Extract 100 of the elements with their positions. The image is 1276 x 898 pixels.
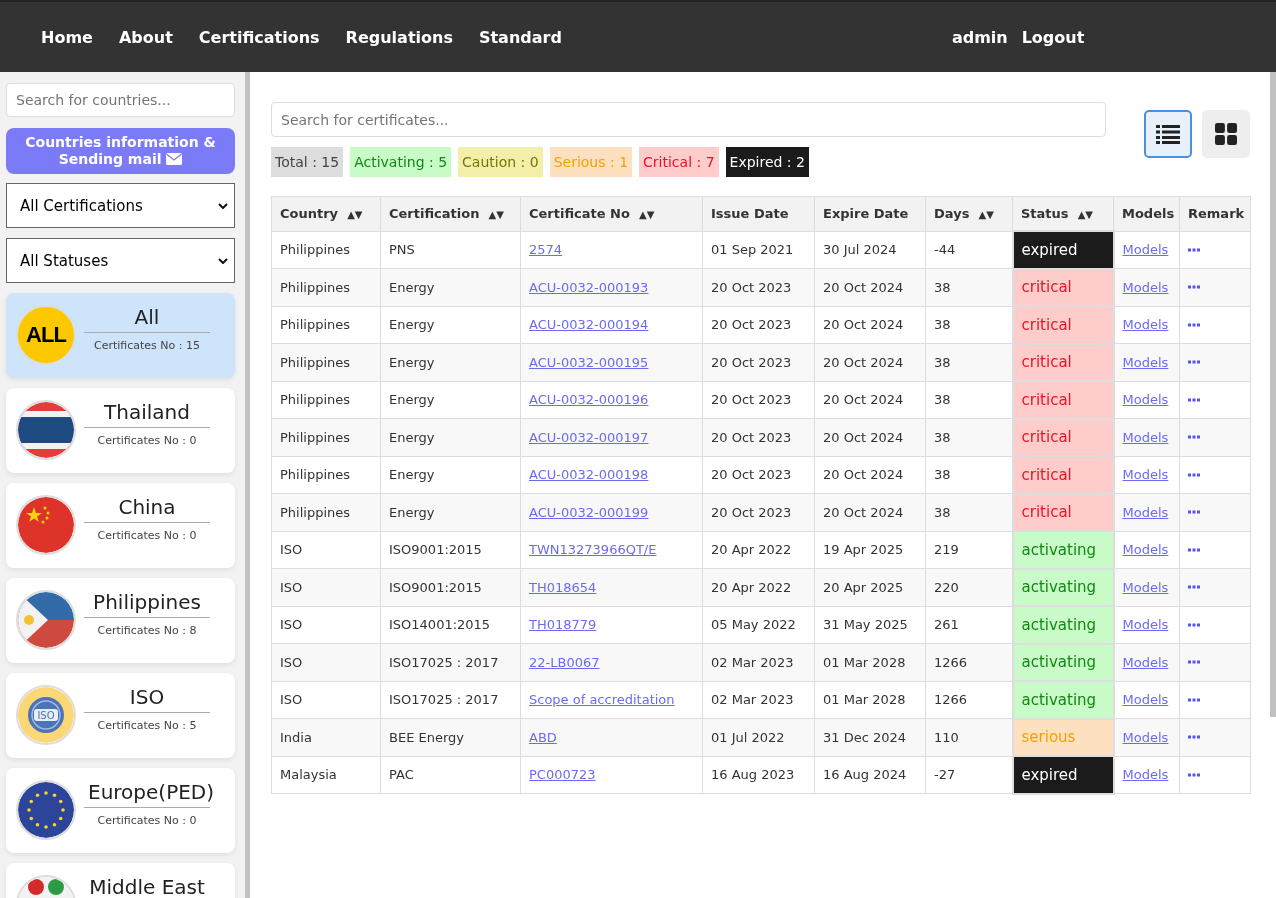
column-header[interactable]: Status ▲▼ bbox=[1012, 196, 1114, 231]
status-count-badge: Expired : 2 bbox=[725, 147, 809, 177]
certificate-link[interactable]: PC000723 bbox=[529, 767, 596, 783]
country-card[interactable]: Middle East bbox=[6, 863, 235, 898]
table-cell: 38 bbox=[925, 343, 1013, 381]
table-cell: Philippines bbox=[271, 418, 381, 456]
nav-link[interactable]: About bbox=[105, 27, 186, 47]
status-count-badge: Total : 15 bbox=[271, 147, 344, 177]
table-cell: Energy bbox=[380, 306, 521, 344]
iso-seal-icon: ISO bbox=[16, 685, 76, 745]
nav-link[interactable]: Certifications bbox=[185, 27, 333, 47]
certification-dropdown[interactable]: All Certifications bbox=[6, 183, 235, 228]
status-cell: activating bbox=[1012, 531, 1114, 569]
table-cell: Malaysia bbox=[271, 756, 381, 794]
table-cell: India bbox=[271, 718, 381, 756]
column-header[interactable]: Days ▲▼ bbox=[925, 196, 1013, 231]
table-cell: 20 Oct 2023 bbox=[702, 343, 815, 381]
status-cell: activating bbox=[1012, 606, 1114, 644]
table-cell: ISO bbox=[271, 606, 381, 644]
table-cell: PAC bbox=[380, 756, 521, 794]
table-cell: 30 Jul 2024 bbox=[814, 231, 926, 269]
certificate-link[interactable]: ABD bbox=[529, 729, 557, 745]
table-cell: ISO9001:2015 bbox=[380, 568, 521, 606]
column-header[interactable]: Certification ▲▼ bbox=[380, 196, 521, 231]
all-badge: ALL bbox=[16, 305, 76, 365]
table-cell: Philippines bbox=[271, 343, 381, 381]
status-cell: critical bbox=[1012, 456, 1114, 494]
table-cell: 20 Apr 2022 bbox=[702, 568, 815, 606]
table-cell: ISO bbox=[271, 681, 381, 719]
table-cell: 02 Mar 2023 bbox=[702, 681, 815, 719]
certificate-count: Certificates No : 8 bbox=[97, 624, 197, 637]
certificate-count: Certificates No : 0 bbox=[97, 434, 197, 447]
country-search-field[interactable]: Search for countries... bbox=[6, 83, 235, 117]
country-name: China bbox=[84, 495, 210, 523]
table-cell: 16 Aug 2023 bbox=[702, 756, 815, 794]
country-card[interactable]: Europe(PED) Certificates No : 0 bbox=[6, 768, 235, 853]
table-cell: 1266 bbox=[925, 643, 1013, 681]
certificate-link[interactable]: 2574 bbox=[529, 242, 563, 258]
nav-link[interactable]: Home bbox=[28, 27, 106, 47]
certificate-link[interactable]: TH018654 bbox=[529, 579, 597, 595]
table-cell: 220 bbox=[925, 568, 1013, 606]
username: admin bbox=[950, 27, 1009, 47]
certificate-link[interactable]: 22-LB0067 bbox=[529, 654, 600, 670]
certificate-link[interactable]: TH018779 bbox=[529, 617, 597, 633]
country-card[interactable]: Philippines Certificates No : 8 bbox=[6, 578, 235, 663]
table-cell: Energy bbox=[380, 456, 521, 494]
table-cell: ISO17025 : 2017 bbox=[380, 643, 521, 681]
table-cell: 20 Oct 2024 bbox=[814, 381, 926, 419]
table-cell: 20 Oct 2023 bbox=[702, 418, 815, 456]
table-cell: ISO14001:2015 bbox=[380, 606, 521, 644]
status-cell: expired bbox=[1012, 231, 1114, 269]
certificate-count: Certificates No : 15 bbox=[94, 339, 200, 352]
status-cell: activating bbox=[1012, 681, 1114, 719]
country-card[interactable]: ALL All Certificates No : 15 bbox=[6, 293, 235, 378]
status-cell: serious bbox=[1012, 718, 1114, 756]
certificate-count: Certificates No : 0 bbox=[97, 529, 197, 542]
column-header: Remark bbox=[1179, 196, 1251, 231]
mail-button[interactable]: Countries information & Sending mail bbox=[6, 128, 235, 174]
country-name: Thailand bbox=[84, 400, 210, 428]
status-count-badge: Serious : 1 bbox=[549, 147, 633, 177]
table-cell: 38 bbox=[925, 268, 1013, 306]
table-cell: 38 bbox=[925, 418, 1013, 456]
column-header[interactable]: Country ▲▼ bbox=[271, 196, 381, 231]
nav-link[interactable]: Regulations bbox=[332, 27, 466, 47]
certificate-search-field[interactable]: Search for certificates... bbox=[271, 102, 1106, 137]
table-cell: PNS bbox=[380, 231, 521, 269]
status-cell: critical bbox=[1012, 493, 1114, 531]
status-dropdown[interactable]: All Statuses bbox=[6, 238, 235, 283]
table-cell: Energy bbox=[380, 343, 521, 381]
country-card[interactable]: ISO ISO Certificates No : 5 bbox=[6, 673, 235, 758]
certificate-count: Certificates No : 5 bbox=[97, 719, 197, 732]
table-cell: Philippines bbox=[271, 381, 381, 419]
column-header[interactable]: Certificate No ▲▼ bbox=[520, 196, 703, 231]
logout-link[interactable]: Logout bbox=[1014, 27, 1092, 47]
table-cell: 02 Mar 2023 bbox=[702, 643, 815, 681]
table-cell: ISO bbox=[271, 531, 381, 569]
column-header: Issue Date bbox=[702, 196, 815, 231]
table-cell: 20 Oct 2023 bbox=[702, 381, 815, 419]
table-cell: ISO9001:2015 bbox=[380, 531, 521, 569]
status-count-badge: Activating : 5 bbox=[350, 147, 452, 177]
country-name: All bbox=[84, 305, 210, 333]
country-name: Philippines bbox=[84, 590, 210, 618]
status-cell: critical bbox=[1012, 268, 1114, 306]
table-cell: Energy bbox=[380, 418, 521, 456]
status-cell: critical bbox=[1012, 343, 1114, 381]
status-cell: activating bbox=[1012, 643, 1114, 681]
table-cell: Philippines bbox=[271, 306, 381, 344]
nav-link[interactable]: Standard bbox=[465, 27, 575, 47]
table-cell: 20 Oct 2024 bbox=[814, 493, 926, 531]
table-cell: 01 Mar 2028 bbox=[814, 681, 926, 719]
table-cell: 20 Apr 2025 bbox=[814, 568, 926, 606]
table-cell: Energy bbox=[380, 268, 521, 306]
table-cell: 38 bbox=[925, 493, 1013, 531]
country-card[interactable]: China Certificates No : 0 bbox=[6, 483, 235, 568]
table-cell: 20 Oct 2023 bbox=[702, 456, 815, 494]
table-cell: 20 Oct 2024 bbox=[814, 343, 926, 381]
table-cell: 110 bbox=[925, 718, 1013, 756]
country-card[interactable]: Thailand Certificates No : 0 bbox=[6, 388, 235, 473]
table-cell: 20 Oct 2023 bbox=[702, 268, 815, 306]
table-cell: 05 May 2022 bbox=[702, 606, 815, 644]
